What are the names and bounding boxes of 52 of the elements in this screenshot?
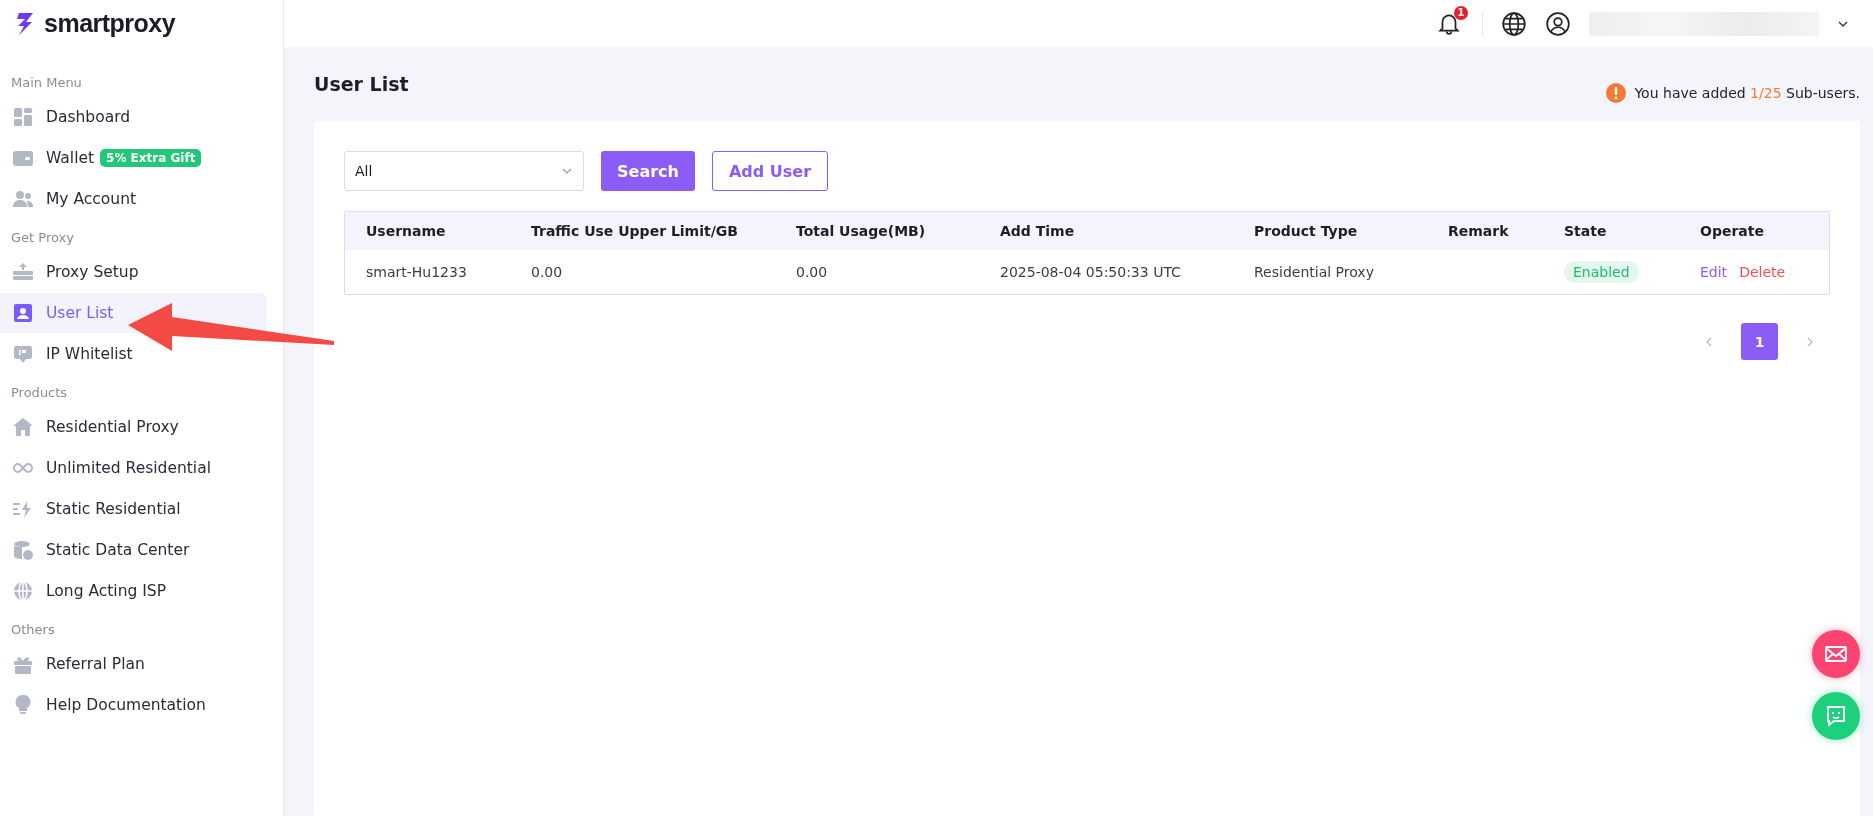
menu-icon (12, 261, 34, 283)
sidebar-item[interactable]: IP Whitelist (0, 334, 267, 374)
user-icon[interactable] (1545, 10, 1571, 37)
column-header: Product Type (1254, 223, 1359, 239)
menu-icon (12, 188, 34, 210)
sidebar-item[interactable]: Static Residential (0, 489, 267, 529)
section-heading: Others (10, 621, 56, 639)
logo-text: smartproxy (44, 9, 176, 38)
notification-badge: 1 (1454, 5, 1468, 20)
menu-icon (12, 416, 34, 438)
sidebar-item[interactable]: Long Acting ISP (0, 571, 267, 611)
table-cell-text: 0.00 (531, 264, 564, 280)
sidebar-item[interactable]: Proxy Setup (0, 252, 267, 292)
column-header: Traffic Use Upper Limit/GB (531, 223, 739, 239)
state-badge: Enabled (1564, 261, 1639, 283)
section-heading: Get Proxy (10, 229, 75, 247)
table-cell-text: smart-Hu1233 (366, 264, 468, 280)
column-header: Operate (1700, 223, 1765, 239)
sidebar-item[interactable]: Wallet 5% Extra Gift (0, 138, 267, 178)
menu-icon (12, 343, 34, 365)
filter-dropdown[interactable]: All (344, 151, 584, 191)
column-header: Add Time (1000, 223, 1076, 239)
warning-icon (1606, 83, 1627, 103)
search-button[interactable]: Search (601, 151, 695, 191)
sidebar-item[interactable]: Dashboard (0, 97, 267, 137)
sidebar-item[interactable]: Help Documentation (0, 685, 267, 725)
page-title: User List (314, 73, 409, 95)
table-cell-text: 2025-08-04 05:50:33 UTC (1000, 264, 1182, 280)
menu-icon (12, 106, 34, 128)
column-header: State (1564, 223, 1608, 239)
table-cell-text: Residential Proxy (1254, 264, 1375, 280)
promo-badge: 5% Extra Gift (100, 149, 202, 167)
menu-icon (12, 302, 34, 324)
sidebar-item[interactable]: My Account (0, 179, 267, 219)
sidebar-item[interactable]: Referral Plan (0, 644, 267, 684)
sidebar-item[interactable]: Static Data Center (0, 530, 267, 570)
section-heading: Main Menu (10, 74, 83, 92)
sidebar-item[interactable]: Residential Proxy (0, 407, 267, 447)
chat-bot-icon (1824, 704, 1848, 728)
section-heading: Products (10, 384, 69, 402)
menu-icon (12, 580, 34, 602)
column-header: Username (366, 223, 447, 239)
add-user-button[interactable]: Add User (711, 151, 829, 191)
column-header: Remark (1448, 223, 1510, 239)
sidebar-item[interactable]: Unlimited Residential (0, 448, 267, 488)
table-cell-text: 0.00 (796, 264, 829, 280)
globe-icon[interactable] (1501, 10, 1527, 37)
page-button[interactable]: 1 (1741, 323, 1778, 360)
menu-icon (12, 539, 34, 561)
column-header: Total Usage(MB) (796, 223, 927, 239)
edit-link[interactable]: Edit (1700, 264, 1728, 280)
sub-user-notice: You have added 1/25 Sub-users. (1634, 85, 1860, 101)
